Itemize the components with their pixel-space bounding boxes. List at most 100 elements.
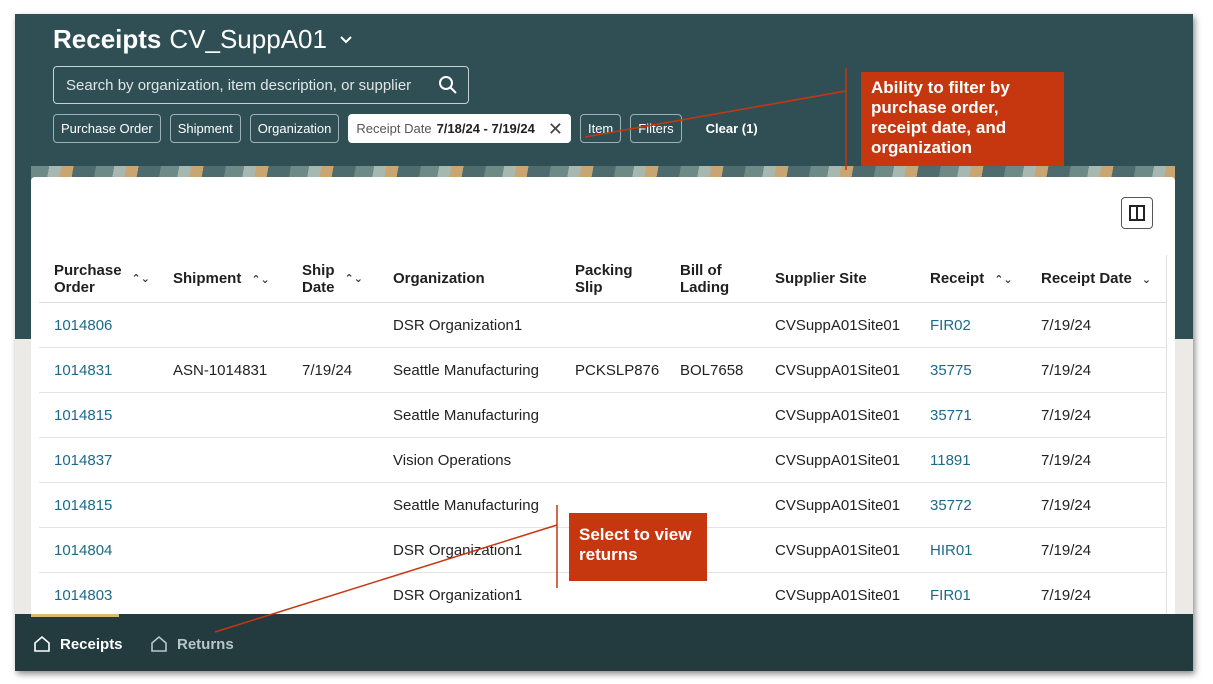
po-link[interactable]: 1014831 [39,347,158,393]
packing-slip-cell [560,392,665,438]
header-label: Date [302,278,335,296]
po-link[interactable]: 1014815 [39,482,158,528]
ship-date-cell [287,482,378,528]
table-row[interactable]: 1014806 DSR Organization1 CVSuppA01Site0… [39,302,1167,348]
filter-chip-receipt-date[interactable]: Receipt Date 7/18/24 - 7/19/24 ✕ [348,114,571,143]
supplier-site-cell: CVSuppA01Site01 [760,392,915,438]
shipment-cell [158,302,287,348]
table-row[interactable]: 1014815 Seattle Manufacturing CVSuppA01S… [39,392,1167,438]
close-icon[interactable]: ✕ [548,120,563,138]
tab-label: Returns [177,635,234,653]
header-bill-of-lading: Bill of Lading [665,255,760,303]
search-input[interactable] [64,75,438,95]
header-label: Receipt Date [1041,270,1132,287]
header-receipt-date[interactable]: Receipt Date ⌄ [1026,255,1167,303]
organization-cell: DSR Organization1 [378,572,560,618]
receipt-date-cell: 7/19/24 [1026,527,1167,573]
search-box[interactable] [53,66,469,104]
header-label: Packing [575,261,633,279]
receipt-date-cell: 7/19/24 [1026,437,1167,483]
bol-cell [665,302,760,348]
bol-cell [665,437,760,483]
shipment-cell [158,482,287,528]
sort-desc-icon[interactable]: ⌄ [1142,274,1151,286]
sort-icon[interactable]: ⌃⌄ [345,272,363,285]
page-title-label: Receipts [53,24,162,54]
table-row[interactable]: 1014831 ASN-1014831 7/19/24 Seattle Manu… [39,347,1167,393]
po-link[interactable]: 1014803 [39,572,158,618]
columns-icon [1129,205,1145,221]
receipt-link[interactable]: 35775 [915,347,1026,393]
receipt-link[interactable]: FIR01 [915,572,1026,618]
ship-date-cell [287,392,378,438]
returns-callout: Select to view returns [569,513,707,581]
receipt-link[interactable]: FIR02 [915,302,1026,348]
ship-date-cell [287,437,378,483]
ship-date-cell [287,572,378,618]
filter-chip-filters[interactable]: Filters [630,114,682,143]
po-link[interactable]: 1014804 [39,527,158,573]
organization-cell: DSR Organization1 [378,302,560,348]
tab-returns[interactable]: Returns [150,635,234,653]
shipment-cell: ASN-1014831 [158,347,287,393]
filter-chip-value: 7/18/24 - 7/19/24 [436,121,535,136]
receipt-link[interactable]: 35771 [915,392,1026,438]
header-shipment[interactable]: Shipment ⌃⌄ [158,255,287,303]
receipt-link[interactable]: 11891 [915,437,1026,483]
header-purchase-order[interactable]: Purchase Order ⌃⌄ [39,255,158,303]
header-label: Slip [575,278,603,296]
filter-chip-purchase-order[interactable]: Purchase Order [53,114,161,143]
sort-icon[interactable]: ⌃⌄ [251,274,269,286]
filter-chip-item[interactable]: Item [579,114,622,143]
page-title[interactable]: Receipts CV_SuppA01 [53,24,353,55]
filter-callout: Ability to filter by purchase order, rec… [861,72,1064,166]
clear-filters-link[interactable]: Clear (1) [706,121,758,136]
header-ship-date[interactable]: Ship Date ⌃⌄ [287,255,378,303]
header-label: Lading [680,278,730,296]
receipt-link[interactable]: 35772 [915,482,1026,528]
ship-date-cell: 7/19/24 [287,347,378,393]
table-header-row: Purchase Order ⌃⌄ Shipment ⌃⌄ Ship Date ⌃⌄ Or… [39,255,1167,303]
sort-icon[interactable]: ⌃⌄ [994,274,1012,286]
supplier-site-cell: CVSuppA01Site01 [760,572,915,618]
header-packing-slip: Packing Slip [560,255,665,303]
po-link[interactable]: 1014837 [39,437,158,483]
packing-slip-cell: PCKSLP876 [560,347,665,393]
po-link[interactable]: 1014806 [39,302,158,348]
header-organization: Organization [378,255,560,303]
column-manager-button[interactable] [1121,197,1153,229]
header-receipt[interactable]: Receipt ⌃⌄ [915,255,1026,303]
selected-tab-indicator [31,614,119,617]
tab-receipts[interactable]: Receipts [33,635,123,653]
filter-chip-shipment[interactable]: Shipment [169,114,241,143]
receipt-date-cell: 7/19/24 [1026,572,1167,618]
organization-cell: DSR Organization1 [378,527,560,573]
filter-chip-label: Receipt Date [356,121,432,136]
receipt-date-cell: 7/19/24 [1026,392,1167,438]
header-label: Receipt [930,270,985,287]
header-label: Ship [302,261,335,279]
table-row[interactable]: 1014837 Vision Operations CVSuppA01Site0… [39,437,1167,483]
packing-slip-cell [560,437,665,483]
packing-slip-cell [560,302,665,348]
filter-chip-organization[interactable]: Organization [249,114,340,143]
receipt-date-cell: 7/19/24 [1026,482,1167,528]
shipment-cell [158,392,287,438]
receipt-date-cell: 7/19/24 [1026,347,1167,393]
receipt-link[interactable]: HIR01 [915,527,1026,573]
tab-label: Receipts [60,635,123,653]
chevron-down-icon[interactable] [339,35,353,45]
header-label: Purchase [54,261,122,279]
header-label: Shipment [173,270,242,287]
organization-cell: Seattle Manufacturing [378,482,560,528]
sort-icon[interactable]: ⌃⌄ [132,272,150,285]
shipment-cell [158,437,287,483]
header-supplier-site: Supplier Site [760,255,915,303]
po-link[interactable]: 1014815 [39,392,158,438]
filter-chips: Purchase Order Shipment Organization Rec… [53,114,758,143]
home-icon [151,635,167,652]
supplier-site-cell: CVSuppA01Site01 [760,482,915,528]
bottom-tab-bar: Receipts Returns [15,614,1193,671]
organization-cell: Vision Operations [378,437,560,483]
search-icon[interactable] [438,75,458,95]
